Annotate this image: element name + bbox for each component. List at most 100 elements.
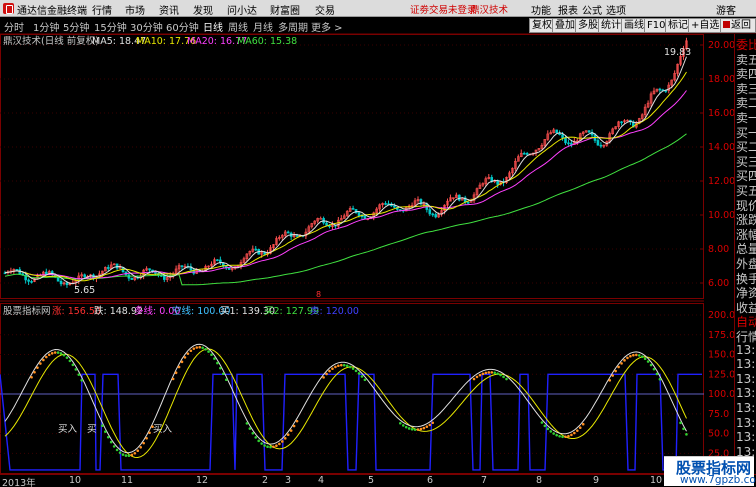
back-button[interactable]: 返回 [720, 18, 756, 33]
signal-dot [65, 356, 69, 359]
signal-dot [322, 376, 325, 379]
signal-dot [357, 372, 361, 375]
period-weekly[interactable]: 周线 [228, 19, 248, 34]
signal-dot [354, 369, 358, 373]
candle-body [59, 280, 63, 285]
signal-dot [490, 371, 494, 374]
menu-wenxiaoda[interactable]: 问小达 [227, 2, 257, 17]
period-timeshare[interactable]: 分时 [4, 19, 24, 34]
signal-dot [564, 435, 567, 439]
menu-quotes[interactable]: 行情 [92, 2, 112, 17]
signal-dot [540, 421, 544, 424]
candle-body [561, 134, 564, 138]
sell-line [0, 373, 702, 471]
date-tick: 4 [318, 475, 325, 486]
indicator-sell-value: 卖: 120.00 [310, 306, 359, 317]
menu-functions[interactable]: 功能 [531, 2, 551, 17]
signal-dot [260, 442, 263, 445]
signal-dot [416, 428, 420, 431]
menu-wealth-circle[interactable]: 财富圈 [270, 2, 300, 17]
signal-dot [617, 365, 620, 369]
signal-dot [581, 422, 585, 426]
signal-dot [404, 425, 408, 429]
main-grid [0, 44, 704, 284]
signal-dot [623, 359, 626, 362]
signal-dot [576, 429, 579, 432]
signal-dot [101, 424, 104, 428]
candle-body [286, 231, 290, 234]
period-daily[interactable]: 日线 [203, 19, 223, 34]
signal-dot [53, 351, 57, 354]
signal-dot [419, 427, 423, 431]
signal-dot [263, 444, 266, 447]
menu-options[interactable]: 选项 [606, 2, 626, 17]
candle-body [522, 152, 526, 155]
y-tick-label: 16.00 [708, 108, 734, 119]
signal-dot [425, 425, 429, 428]
signal-dot [679, 421, 682, 425]
y-tick-label: 8.00 [708, 244, 729, 255]
date-tick: 10 [69, 475, 82, 486]
signal-dot [635, 353, 638, 357]
date-tick: 9 [593, 475, 600, 486]
candle-body [351, 208, 355, 210]
candle-body [227, 267, 231, 270]
signal-dot [292, 424, 296, 428]
signal-dot [106, 435, 110, 439]
signal-dot [50, 351, 54, 355]
date-tick: 8 [536, 475, 543, 486]
menu-discover[interactable]: 发现 [193, 2, 213, 17]
y-tick-label: 175.0 [708, 330, 734, 341]
add-favorite-button[interactable]: +自选 [688, 18, 723, 33]
candle-body [525, 152, 529, 155]
y-tick-label: 14.00 [708, 142, 734, 153]
period-60min[interactable]: 60分钟 [166, 19, 199, 34]
period-5min[interactable]: 5分钟 [63, 19, 89, 34]
period-more[interactable]: 更多 > [311, 19, 343, 34]
signal-dot [632, 353, 635, 357]
period-15min[interactable]: 15分钟 [94, 19, 127, 34]
signal-dot [121, 453, 125, 456]
menu-news[interactable]: 资讯 [159, 2, 179, 17]
watermark-logo: 股票指标网 www.7gpzb.com [664, 456, 756, 486]
period-30min[interactable]: 30分钟 [130, 19, 163, 34]
date-tick: 11 [121, 475, 134, 486]
signal-dot [413, 428, 417, 431]
signal-dot [33, 370, 36, 374]
signal-dot [484, 371, 488, 375]
candle-body [599, 144, 603, 147]
quote-row: 13:1 [736, 342, 756, 357]
quote-row: 13:1 [736, 357, 756, 372]
signal-dot [80, 379, 83, 382]
signal-dot [257, 439, 261, 443]
signal-dot [68, 359, 72, 363]
menu-formula[interactable]: 公式 [582, 2, 602, 17]
menu-trade[interactable]: 交易 [315, 2, 335, 17]
signal-dot [340, 363, 343, 367]
signal-dot [552, 432, 555, 435]
candle-body [384, 203, 387, 205]
signal-dot [337, 364, 340, 368]
period-multi[interactable]: 多周期 [278, 19, 308, 34]
menu-reports[interactable]: 报表 [558, 2, 578, 17]
signal-dot [331, 367, 334, 370]
signal-dot [611, 374, 614, 377]
signal-dot [222, 372, 225, 376]
period-monthly[interactable]: 月线 [253, 19, 273, 34]
candle-body [27, 279, 30, 282]
candle-body [434, 214, 438, 218]
signal-dot [407, 427, 411, 430]
signal-dot [186, 352, 190, 355]
period-1min[interactable]: 1分钟 [33, 19, 59, 34]
chart-area[interactable]: 20.00 18.00 16.00 14.00 12.00 10.00 8.00 6.00 鼎… [0, 34, 734, 474]
login-notice[interactable]: 证劵交易未登录 [410, 2, 477, 16]
signal-dot [36, 366, 39, 369]
signal-dot [183, 356, 187, 359]
menu-market[interactable]: 市场 [125, 2, 145, 17]
guest-user[interactable]: 游客 [716, 2, 736, 17]
signal-dot [56, 351, 60, 354]
candle-body [587, 130, 591, 133]
signal-dot [109, 440, 113, 444]
signal-dot [245, 422, 249, 425]
main-chart-title: 鼎汉技术(日线 前复权) [3, 35, 99, 47]
